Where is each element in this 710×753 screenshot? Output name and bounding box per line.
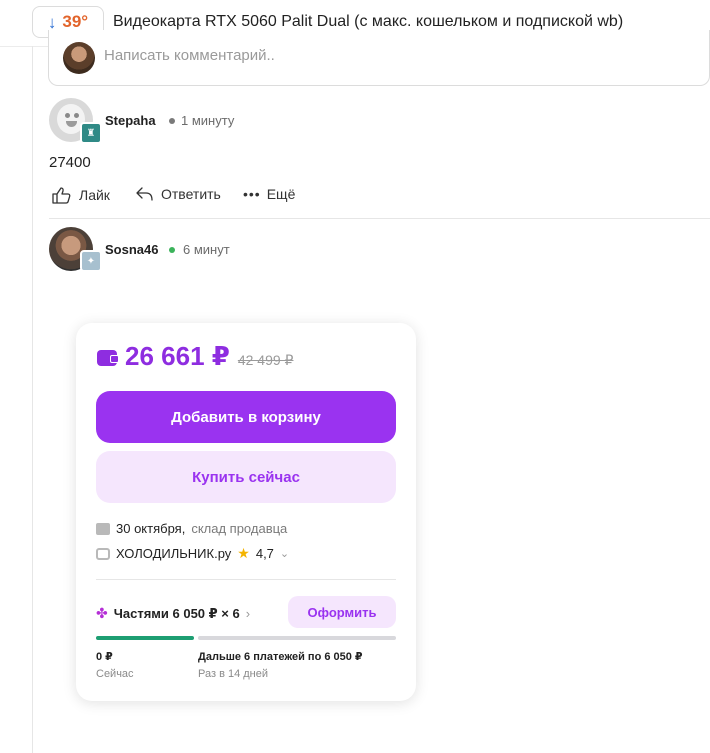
comment-time: 1 минуту (181, 113, 235, 128)
now-label: Сейчас (96, 668, 134, 680)
later-label: Раз в 14 дней (198, 668, 269, 680)
rank-badge-icon: ✦ (80, 250, 102, 272)
later-amount: Дальше 6 платежей по 6 050 ₽ (198, 651, 363, 663)
checkout-button[interactable]: Оформить (288, 596, 396, 628)
like-label: Лайк (79, 187, 110, 203)
comment-author[interactable]: Sosna46 (105, 242, 158, 257)
comment-time: 6 минут (183, 242, 230, 257)
wallet-icon (97, 350, 119, 366)
delivery-info: 30 октября, склад продавца (96, 521, 287, 536)
installments-label: Частями 6 050 ₽ × 6 (113, 605, 240, 621)
chevron-down-icon[interactable]: ⌄ (280, 547, 289, 560)
avatar[interactable]: ✦ (49, 227, 102, 272)
reply-label: Ответить (161, 186, 221, 202)
current-price: 26 661 ₽ (125, 341, 230, 371)
deal-temperature: 39° (62, 12, 89, 31)
more-dots-icon: ••• (243, 186, 261, 202)
thumb-up-icon (52, 187, 71, 204)
arrow-down-icon[interactable]: ↓ (48, 14, 57, 31)
seller-rating: 4,7 (255, 546, 274, 561)
add-to-cart-button[interactable]: Добавить в корзину (96, 391, 396, 443)
comment-input-placeholder[interactable]: Написать комментарий.. (104, 47, 275, 64)
progress-later (198, 636, 396, 640)
seller-info[interactable]: ХОЛОДИЛЬНИК.ру ★ 4,7 ⌄ (96, 545, 289, 562)
delivery-date: 30 октября, (116, 521, 186, 536)
comment-text: 27400 (49, 154, 91, 171)
comment-author[interactable]: Stepaha (105, 113, 156, 128)
comment-divider (49, 218, 710, 219)
old-price: 42 499 ₽ (237, 352, 294, 368)
price-row: 26 661 ₽ 42 499 ₽ (97, 341, 293, 372)
like-button[interactable]: Лайк (51, 186, 110, 204)
status-dot (169, 118, 175, 124)
delivery-source: склад продавца (191, 521, 288, 536)
now-amount: 0 ₽ (96, 651, 113, 663)
installments-icon: ✤ (96, 605, 108, 621)
deal-title[interactable]: Видеокарта RTX 5060 Palit Dual (с макс. … (113, 13, 623, 31)
thread-guide-line (32, 46, 33, 753)
box-icon (96, 522, 110, 535)
more-button[interactable]: ••• Ещё (243, 186, 295, 202)
avatar[interactable]: ♜ (49, 98, 102, 144)
card-divider (96, 579, 396, 580)
shop-icon (96, 547, 110, 560)
more-label: Ещё (266, 186, 296, 202)
installments-link[interactable]: ✤ Частями 6 050 ₽ × 6 › (96, 605, 250, 622)
comment-input-box[interactable]: Написать комментарий.. (48, 30, 710, 86)
reply-arrow-icon (136, 187, 153, 201)
current-user-avatar (63, 42, 95, 74)
progress-now (96, 636, 194, 640)
chevron-right-icon: › (245, 606, 251, 621)
seller-name[interactable]: ХОЛОДИЛЬНИК.ру (116, 546, 231, 561)
reply-button[interactable]: Ответить (135, 186, 221, 202)
buy-now-button[interactable]: Купить сейчас (96, 451, 396, 503)
product-price-card: 26 661 ₽ 42 499 ₽ Добавить в корзину Куп… (76, 323, 416, 701)
rank-badge-icon: ♜ (80, 122, 102, 144)
star-icon: ★ (237, 545, 250, 561)
online-status-dot (169, 247, 175, 253)
